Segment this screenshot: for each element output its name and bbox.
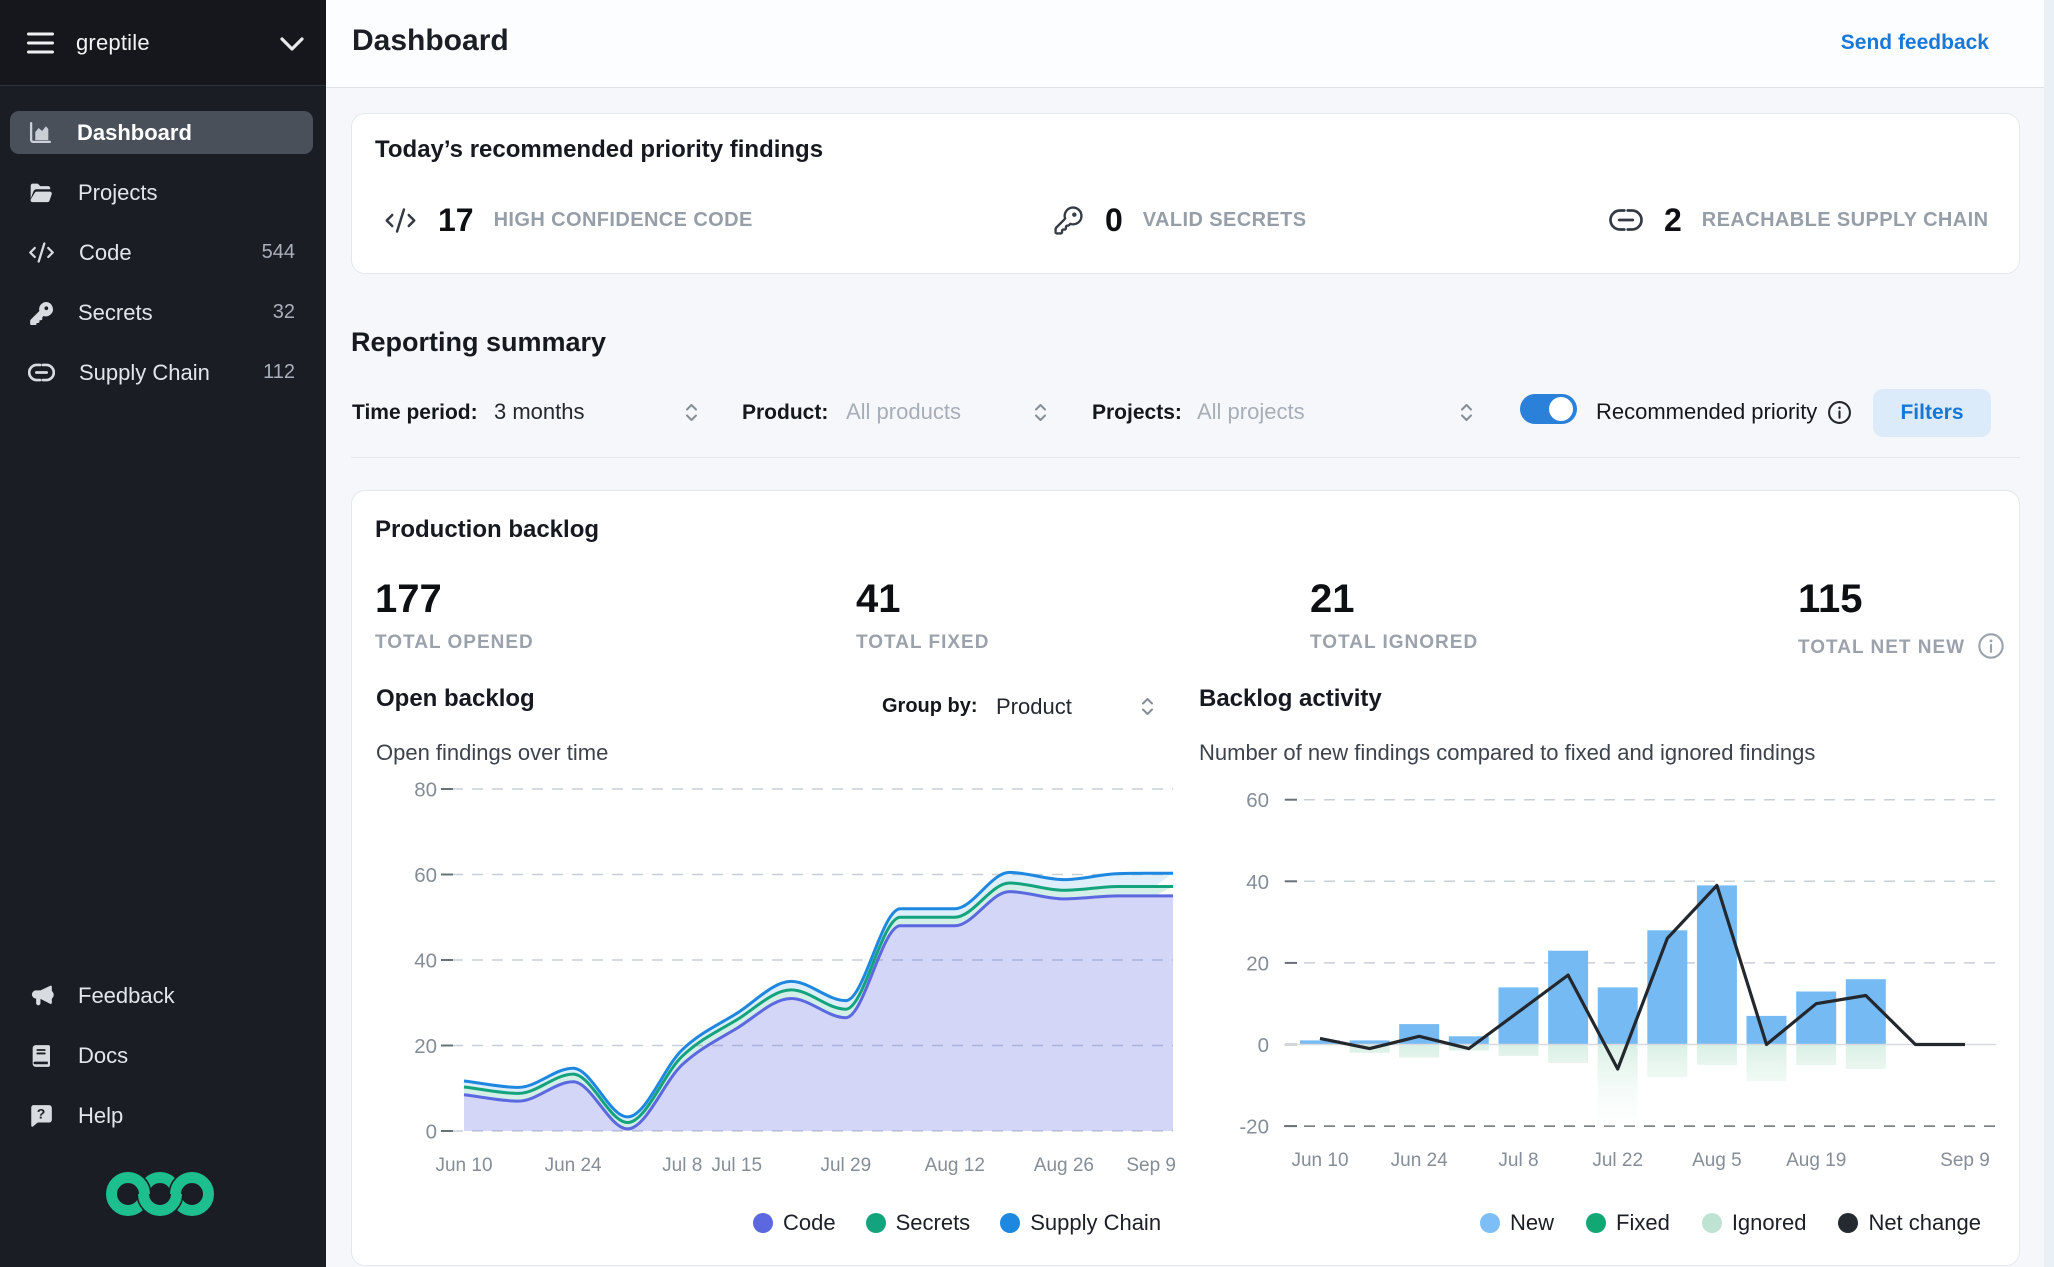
svg-text:Jul 8: Jul 8 xyxy=(1498,1150,1538,1171)
svg-text:60: 60 xyxy=(414,864,437,887)
svg-text:Jun 24: Jun 24 xyxy=(1391,1150,1448,1171)
svg-text:-20: -20 xyxy=(1239,1116,1269,1139)
svg-text:Sep 9: Sep 9 xyxy=(1126,1155,1176,1176)
svg-text:Jun 10: Jun 10 xyxy=(435,1155,492,1176)
svg-text:20: 20 xyxy=(414,1035,437,1058)
svg-text:20: 20 xyxy=(1246,952,1269,975)
svg-text:60: 60 xyxy=(1246,789,1269,812)
svg-text:Aug 12: Aug 12 xyxy=(925,1155,985,1176)
svg-text:Jul 29: Jul 29 xyxy=(820,1155,871,1176)
svg-text:Aug 26: Aug 26 xyxy=(1034,1155,1094,1176)
svg-text:Jun 10: Jun 10 xyxy=(1291,1150,1348,1171)
svg-text:Aug 5: Aug 5 xyxy=(1692,1150,1742,1171)
svg-text:Jul 8: Jul 8 xyxy=(662,1155,702,1176)
svg-text:0: 0 xyxy=(1258,1034,1269,1057)
svg-text:40: 40 xyxy=(1246,871,1269,894)
svg-text:?: ? xyxy=(37,1105,46,1121)
svg-text:0: 0 xyxy=(426,1121,437,1144)
svg-text:Jul 15: Jul 15 xyxy=(711,1155,762,1176)
svg-text:80: 80 xyxy=(414,779,437,802)
svg-text:Aug 19: Aug 19 xyxy=(1786,1150,1846,1171)
svg-text:40: 40 xyxy=(414,950,437,973)
svg-text:Jul 22: Jul 22 xyxy=(1592,1150,1643,1171)
svg-text:Sep 9: Sep 9 xyxy=(1940,1150,1990,1171)
svg-text:Jun 24: Jun 24 xyxy=(545,1155,602,1176)
